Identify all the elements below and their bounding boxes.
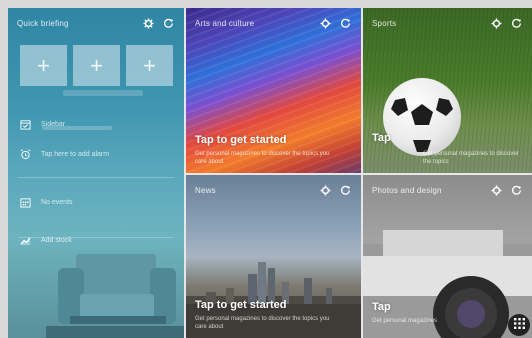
tile-title: Photos and design [372, 186, 442, 195]
arts-and-culture-tile[interactable]: Arts and culture Tap to get started Get … [186, 8, 361, 173]
settings-gear-icon[interactable] [320, 18, 331, 29]
tile-title: News [195, 186, 216, 195]
list-item[interactable]: Sidebar [8, 109, 184, 139]
magazine-home-grid: Quick briefing + + + Sidebar Tap here to… [8, 8, 532, 338]
tap-to-start-label: Tap [372, 301, 391, 313]
refresh-icon[interactable] [340, 18, 351, 29]
add-caption [63, 90, 143, 96]
alarm-clock-icon [20, 148, 31, 160]
list-item-sub [42, 126, 112, 130]
tile-title: Quick briefing [17, 19, 69, 28]
tile-subtitle: Get personal magazines to discover the t… [195, 316, 330, 330]
tap-to-start-label: Tap [372, 132, 391, 144]
add-shortcut-button-1[interactable]: + [20, 45, 67, 86]
soccer-ball-image [383, 78, 461, 156]
apps-grid-button[interactable] [508, 314, 530, 336]
plus-icon: + [37, 52, 50, 78]
list-item-label: Add stock [41, 236, 72, 244]
armchair-image [46, 254, 184, 338]
tile-title: Sports [372, 19, 397, 28]
list-item-label: Tap here to add alarm [41, 150, 110, 158]
news-tile[interactable]: News Tap to get started Get personal mag… [186, 175, 361, 338]
list-item[interactable]: Tap here to add alarm [8, 139, 184, 169]
list-item-label: No events [41, 198, 73, 206]
list-item[interactable]: No events [8, 187, 184, 217]
calendar-icon [20, 197, 31, 208]
apps-grid-icon [513, 316, 525, 334]
photos-and-design-tile[interactable]: Photos and design Tap Get personal magaz… [363, 175, 532, 338]
tile-title: Arts and culture [195, 19, 255, 28]
tap-to-start-label: Tap to get started [195, 134, 287, 146]
quick-briefing-tile[interactable]: Quick briefing + + + Sidebar Tap here to… [8, 8, 184, 338]
plus-icon: + [143, 52, 156, 78]
settings-gear-icon[interactable] [143, 18, 154, 29]
tap-to-start-label: Tap to get started [195, 299, 287, 311]
tile-subtitle: Get personal magazines to discover the t… [195, 151, 330, 165]
settings-gear-icon[interactable] [320, 185, 331, 196]
stock-chart-icon [20, 235, 31, 246]
settings-gear-icon[interactable] [491, 185, 502, 196]
sports-tile[interactable]: Sports Tap Get personal magazines to dis… [363, 8, 532, 173]
plus-icon: + [90, 52, 103, 78]
tile-subtitle: Get personal magazines [372, 318, 438, 324]
refresh-icon[interactable] [163, 18, 174, 29]
refresh-icon[interactable] [340, 185, 351, 196]
divider [18, 177, 174, 178]
refresh-icon[interactable] [511, 185, 522, 196]
tile-subtitle: Get personal magazines to discover the t… [423, 151, 519, 165]
calendar-check-icon [20, 119, 31, 130]
settings-gear-icon[interactable] [491, 18, 502, 29]
briefing-list: Sidebar Tap here to add alarm No events [8, 109, 184, 255]
refresh-icon[interactable] [511, 18, 522, 29]
add-shortcut-button-3[interactable]: + [126, 45, 173, 86]
add-shortcut-button-2[interactable]: + [73, 45, 120, 86]
